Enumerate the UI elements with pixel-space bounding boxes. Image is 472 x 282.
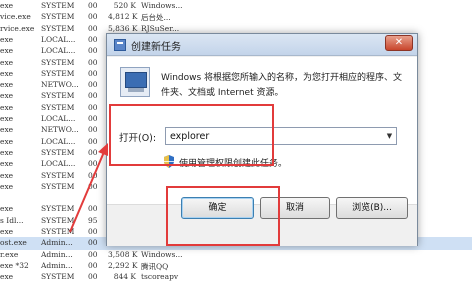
annotation-arrow — [69, 143, 108, 233]
